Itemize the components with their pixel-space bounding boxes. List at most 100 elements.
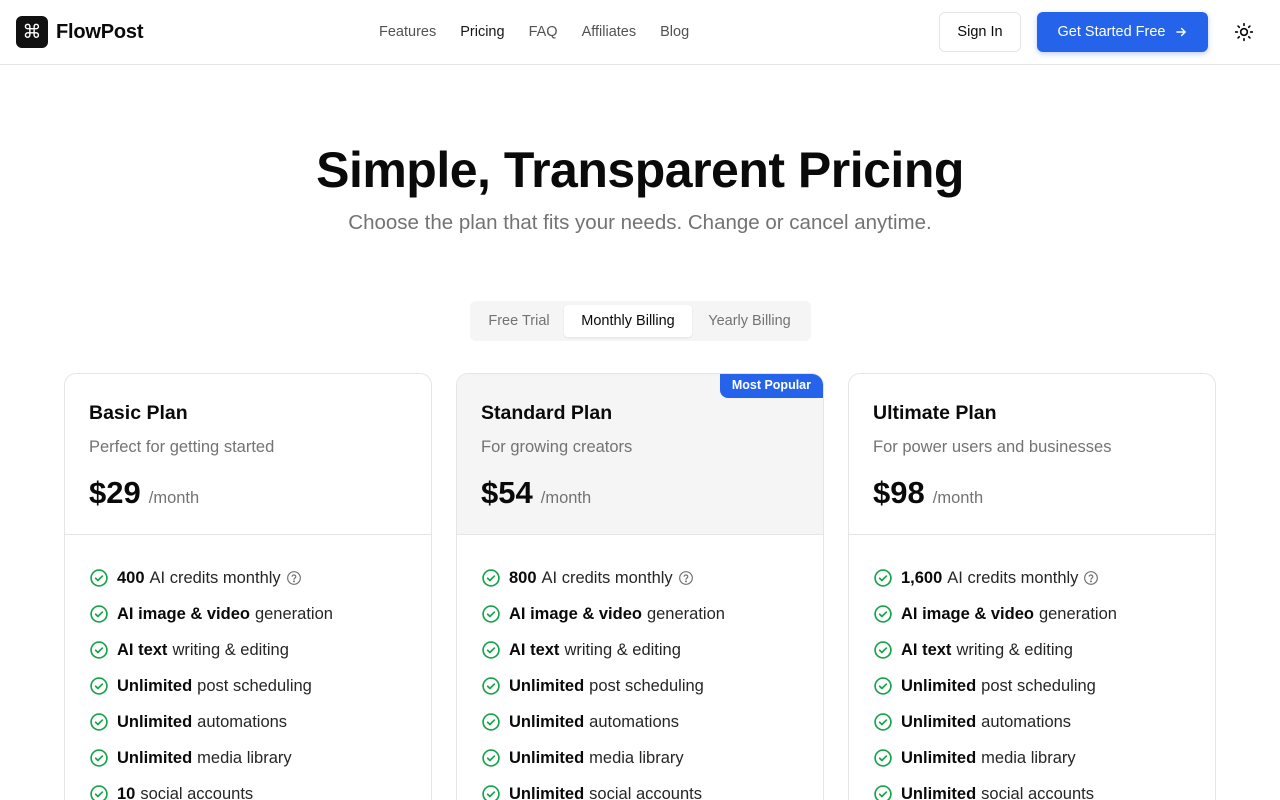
- plan-price: $98 /month: [873, 474, 983, 512]
- feature-highlight: AI text: [509, 640, 560, 659]
- feature-item: AI image & video generation: [873, 596, 1117, 632]
- help-circle-icon[interactable]: [678, 570, 694, 586]
- billing-option-free-trial[interactable]: Free Trial: [474, 305, 564, 337]
- feature-item: 10 social accounts: [89, 776, 333, 800]
- feature-highlight: Unlimited: [117, 676, 193, 695]
- price-period: /month: [932, 489, 984, 507]
- check-circle-icon: [90, 713, 108, 731]
- feature-text: post scheduling: [589, 676, 704, 695]
- theme-toggle-button[interactable]: [1232, 20, 1256, 44]
- feature-text: automations: [197, 712, 288, 731]
- feature-item: AI text writing & editing: [481, 632, 725, 668]
- feature-item: Unlimited post scheduling: [89, 668, 333, 704]
- feature-item: Unlimited automations: [481, 704, 725, 740]
- command-icon: ⌘: [16, 16, 48, 48]
- get-started-button[interactable]: Get Started Free: [1037, 12, 1208, 52]
- feature-text: generation: [646, 604, 725, 623]
- feature-list: 400 AI credits monthly AI image & video gen…: [89, 560, 333, 800]
- plan-card-ultimate: Ultimate Plan For power users and busine…: [848, 373, 1216, 800]
- feature-text: media library: [981, 748, 1076, 767]
- nav-pricing[interactable]: Pricing: [460, 22, 504, 42]
- help-circle-icon[interactable]: [1083, 570, 1099, 586]
- billing-option-monthly[interactable]: Monthly Billing: [564, 305, 692, 337]
- site-header: ⌘ FlowPost Features Pricing FAQ Affiliat…: [0, 0, 1280, 65]
- feature-text: social accounts: [981, 784, 1094, 800]
- check-circle-icon: [482, 749, 500, 767]
- check-circle-icon: [874, 569, 892, 587]
- feature-text: post scheduling: [197, 676, 312, 695]
- check-circle-icon: [90, 569, 108, 587]
- feature-text: automations: [589, 712, 680, 731]
- feature-item: 400 AI credits monthly: [89, 560, 333, 596]
- check-circle-icon: [874, 713, 892, 731]
- check-circle-icon: [482, 713, 500, 731]
- feature-item: 1,600 AI credits monthly: [873, 560, 1117, 596]
- feature-highlight: 1,600: [901, 568, 943, 587]
- feature-text: social accounts: [140, 784, 254, 800]
- brand-logo[interactable]: ⌘ FlowPost: [16, 16, 143, 48]
- feature-highlight: Unlimited: [509, 784, 585, 800]
- feature-highlight: Unlimited: [901, 712, 977, 731]
- feature-highlight: 400: [117, 568, 145, 587]
- feature-item: Unlimited media library: [873, 740, 1117, 776]
- feature-text: automations: [981, 712, 1072, 731]
- plan-description: For growing creators: [481, 438, 633, 456]
- feature-text: media library: [197, 748, 292, 767]
- billing-option-yearly[interactable]: Yearly Billing: [692, 305, 807, 337]
- check-circle-icon: [482, 641, 500, 659]
- sign-in-button[interactable]: Sign In: [939, 12, 1021, 52]
- check-circle-icon: [482, 677, 500, 695]
- plan-name: Ultimate Plan: [873, 402, 997, 424]
- check-circle-icon: [90, 641, 108, 659]
- nav-blog[interactable]: Blog: [660, 22, 689, 42]
- check-circle-icon: [90, 785, 108, 800]
- check-circle-icon: [482, 569, 500, 587]
- check-circle-icon: [874, 605, 892, 623]
- plan-card-basic: Basic Plan Perfect for getting started $…: [64, 373, 432, 800]
- feature-item: Unlimited social accounts: [873, 776, 1117, 800]
- price-period: /month: [540, 489, 592, 507]
- page-title: Simple, Transparent Pricing: [316, 142, 964, 198]
- feature-text: AI credits monthly: [541, 568, 673, 587]
- check-circle-icon: [482, 605, 500, 623]
- feature-highlight: AI image & video: [117, 604, 250, 623]
- arrow-right-icon: [1175, 27, 1186, 37]
- feature-text: writing & editing: [956, 640, 1073, 659]
- feature-item: AI image & video generation: [89, 596, 333, 632]
- plan-description: Perfect for getting started: [89, 438, 275, 456]
- feature-highlight: AI image & video: [509, 604, 642, 623]
- feature-highlight: Unlimited: [901, 748, 977, 767]
- feature-text: social accounts: [589, 784, 702, 800]
- feature-item: Unlimited automations: [873, 704, 1117, 740]
- feature-highlight: Unlimited: [901, 784, 977, 800]
- price-period: /month: [148, 489, 200, 507]
- feature-highlight: Unlimited: [117, 712, 193, 731]
- sun-icon: [1234, 22, 1254, 42]
- feature-item: AI text writing & editing: [89, 632, 333, 668]
- nav-affiliates[interactable]: Affiliates: [582, 22, 637, 42]
- feature-text: generation: [1038, 604, 1117, 623]
- billing-toggle: Free Trial Monthly Billing Yearly Billin…: [470, 301, 811, 341]
- check-circle-icon: [90, 749, 108, 767]
- plan-name: Basic Plan: [89, 402, 188, 424]
- nav-features[interactable]: Features: [379, 22, 436, 42]
- most-popular-badge: Most Popular: [719, 374, 823, 398]
- feature-item: AI image & video generation: [481, 596, 725, 632]
- feature-text: writing & editing: [172, 640, 289, 659]
- check-circle-icon: [874, 641, 892, 659]
- feature-list: 1,600 AI credits monthly AI image & video g…: [873, 560, 1117, 800]
- check-circle-icon: [874, 785, 892, 800]
- page-subtitle: Choose the plan that fits your needs. Ch…: [348, 211, 932, 234]
- feature-list: 800 AI credits monthly AI image & video gen…: [481, 560, 725, 800]
- help-circle-icon[interactable]: [286, 570, 302, 586]
- nav-faq[interactable]: FAQ: [529, 22, 558, 42]
- feature-highlight: Unlimited: [117, 748, 193, 767]
- feature-text: AI credits monthly: [149, 568, 281, 587]
- feature-highlight: Unlimited: [509, 712, 585, 731]
- feature-item: Unlimited post scheduling: [873, 668, 1117, 704]
- check-circle-icon: [90, 677, 108, 695]
- main-nav: Features Pricing FAQ Affiliates Blog: [379, 22, 713, 42]
- feature-text: writing & editing: [564, 640, 681, 659]
- feature-item: Unlimited social accounts: [481, 776, 725, 800]
- check-circle-icon: [482, 785, 500, 800]
